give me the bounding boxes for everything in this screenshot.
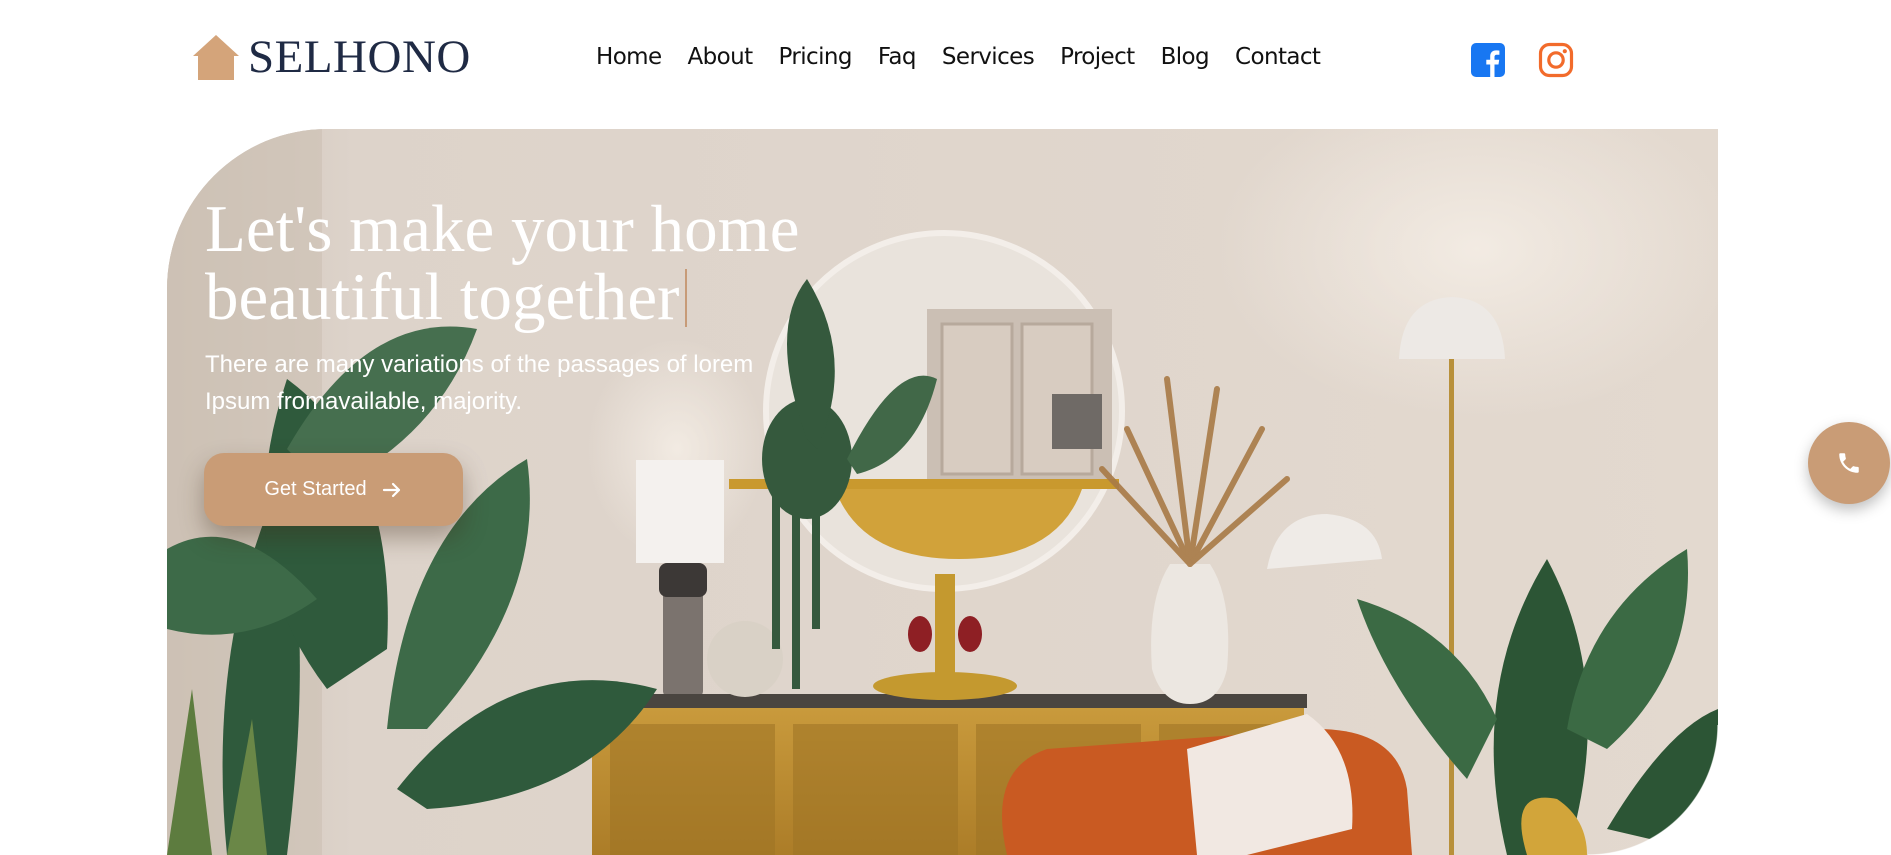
nav-home[interactable]: Home bbox=[596, 41, 662, 74]
nav-project[interactable]: Project bbox=[1060, 41, 1135, 74]
nav-contact[interactable]: Contact bbox=[1235, 41, 1321, 74]
hero-subtitle: There are many variations of the passage… bbox=[205, 351, 754, 415]
nav-about[interactable]: About bbox=[688, 41, 754, 74]
get-started-label: Get Started bbox=[264, 478, 367, 500]
phone-icon bbox=[1839, 453, 1859, 473]
call-button[interactable] bbox=[1808, 422, 1890, 504]
arrow-right-icon bbox=[382, 482, 400, 497]
nav-faq[interactable]: Faq bbox=[878, 41, 917, 74]
nav-blog[interactable]: Blog bbox=[1161, 41, 1210, 74]
hero-title: Let's make your home beautiful together bbox=[205, 195, 905, 331]
house-icon bbox=[193, 35, 239, 80]
main-nav: Home About Pricing Faq Services Project … bbox=[596, 41, 1346, 74]
hero-section: Let's make your home beautiful together … bbox=[167, 129, 1718, 855]
text-caret bbox=[685, 269, 688, 327]
nav-services[interactable]: Services bbox=[942, 41, 1035, 74]
instagram-icon[interactable] bbox=[1538, 42, 1574, 78]
get-started-button[interactable]: Get Started bbox=[204, 453, 463, 526]
facebook-icon[interactable] bbox=[1470, 42, 1506, 78]
brand-name: SELHONO bbox=[248, 30, 471, 83]
brand-logo[interactable]: SELHONO bbox=[190, 32, 471, 82]
nav-pricing[interactable]: Pricing bbox=[779, 41, 853, 74]
hero-corner-cutout bbox=[1588, 725, 1718, 855]
site-header: SELHONO Home About Pricing Faq Services … bbox=[0, 0, 1891, 120]
hero-title-text: Let's make your home beautiful together bbox=[205, 192, 800, 334]
